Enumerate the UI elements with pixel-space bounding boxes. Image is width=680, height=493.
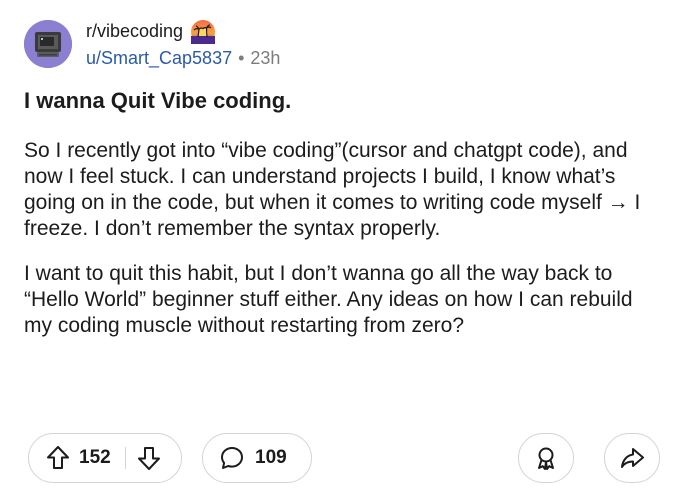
downvote-button[interactable] <box>130 434 168 482</box>
palm-tree-sunset-icon <box>191 19 216 44</box>
vote-control: 152 <box>28 433 182 483</box>
community-avatar[interactable] <box>24 20 72 68</box>
meta-separator: • <box>238 47 245 68</box>
reddit-post: r/vibecoding u/Smart_Cap5837 • 23h I wan… <box>0 0 680 493</box>
post-header: r/vibecoding u/Smart_Cap5837 • 23h <box>24 16 280 72</box>
post-age: 23h <box>250 47 281 68</box>
vote-count: 152 <box>79 447 111 468</box>
post-title[interactable]: I wanna Quit Vibe coding. <box>24 88 291 114</box>
speech-bubble-icon <box>221 447 243 469</box>
comments-button[interactable]: 109 <box>202 433 312 483</box>
post-paragraph: I want to quit this habit, but I don’t w… <box>24 262 633 337</box>
award-ribbon-icon <box>538 447 554 470</box>
arrow-up-icon <box>47 446 69 469</box>
community-name[interactable]: r/vibecoding <box>86 21 183 42</box>
username-link[interactable]: u/Smart_Cap5837 <box>86 48 232 69</box>
upvote-button[interactable] <box>39 434 77 482</box>
post-paragraph: So I recently got into “vibe coding”(cur… <box>24 139 641 240</box>
post-body: So I recently got into “vibe coding”(cur… <box>24 138 660 339</box>
share-arrow-icon <box>621 448 644 468</box>
post-actions: 152 109 <box>28 433 660 483</box>
award-button[interactable] <box>518 433 574 483</box>
share-button[interactable] <box>604 433 660 483</box>
retro-computer-icon <box>24 20 72 68</box>
arrow-down-icon <box>138 447 161 470</box>
comment-count: 109 <box>255 447 287 468</box>
vote-divider <box>124 447 127 469</box>
post-meta: r/vibecoding u/Smart_Cap5837 • 23h <box>86 19 281 69</box>
